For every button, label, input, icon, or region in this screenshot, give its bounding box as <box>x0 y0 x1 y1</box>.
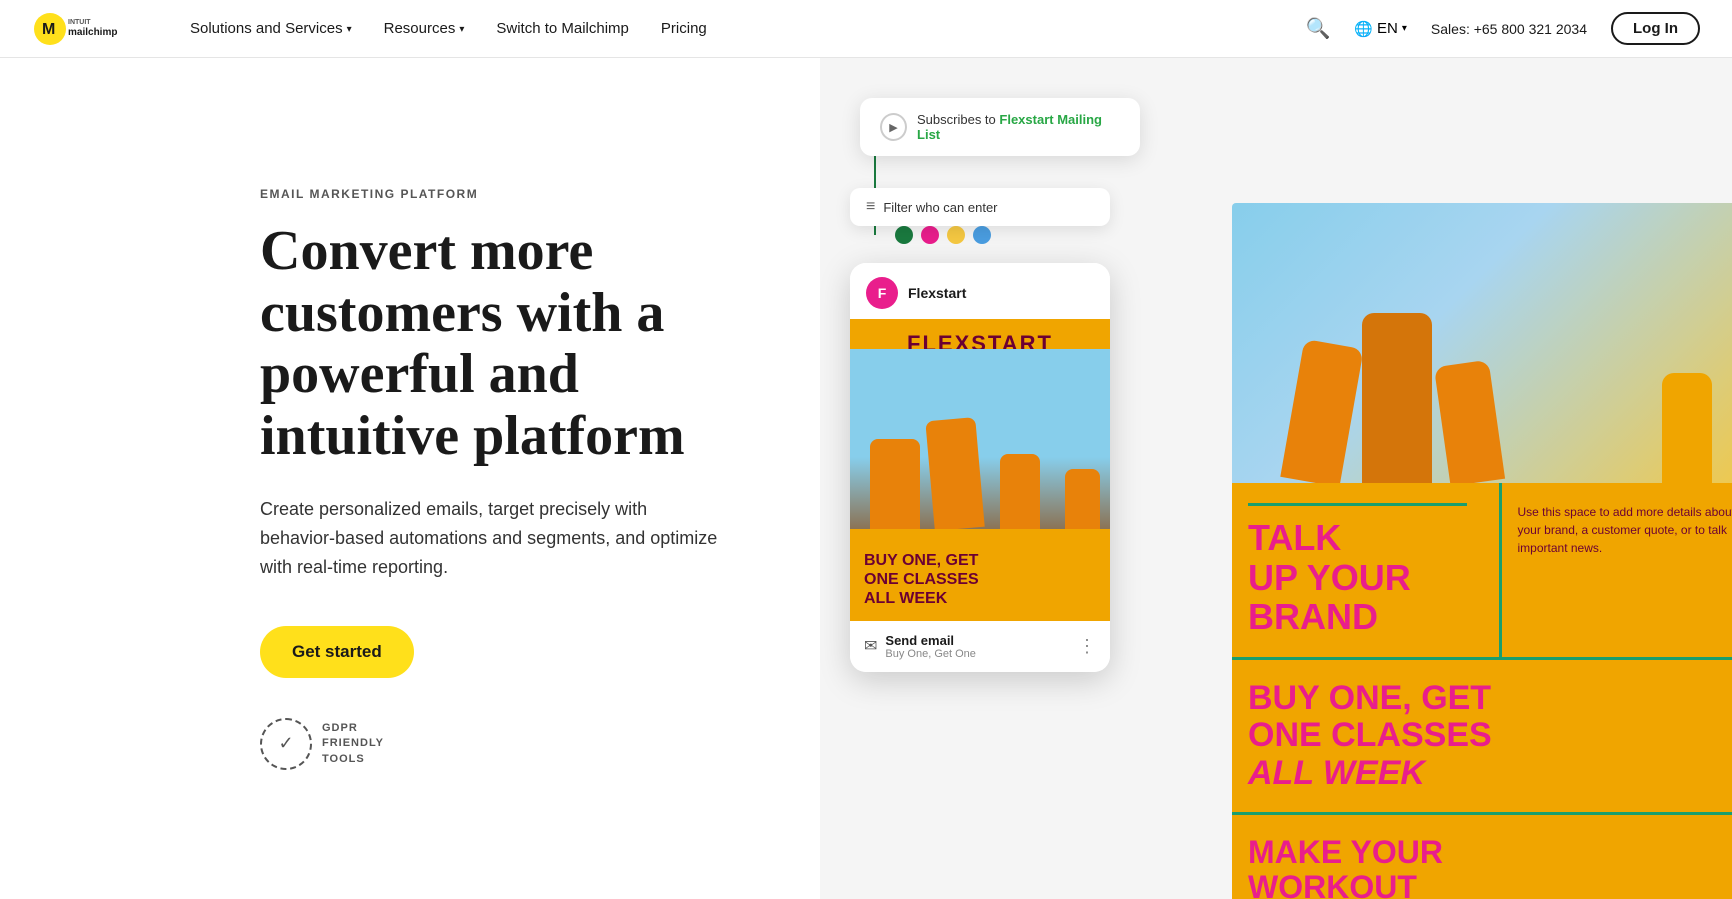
language-selector[interactable]: 🌐 EN ▾ <box>1354 20 1407 38</box>
logo[interactable]: M INTUIT mailchimp <box>32 11 142 47</box>
svg-text:M: M <box>42 21 55 38</box>
dot-blue <box>973 226 991 244</box>
send-left: ✉ Send email Buy One, Get One <box>864 633 976 660</box>
hero-subtitle: Create personalized emails, target preci… <box>260 495 720 581</box>
color-dots <box>895 226 991 244</box>
nav-links: Solutions and Services ▾ Resources ▾ Swi… <box>190 20 1305 37</box>
bg-workout-section: MAKE YOUR WORKOUT COME TO YOU <box>1232 812 1732 899</box>
nav-pricing[interactable]: Pricing <box>661 20 707 37</box>
dot-yellow <box>947 226 965 244</box>
automation-card: ▶ Subscribes to Flexstart Mailing List <box>860 98 1140 156</box>
search-icon[interactable]: 🔍 <box>1305 16 1330 41</box>
more-options-icon[interactable]: ⋮ <box>1078 636 1096 657</box>
brand-logo: F <box>866 277 898 309</box>
hero-title: Convert more customers with a powerful a… <box>260 221 720 467</box>
chevron-down-icon: ▾ <box>347 24 352 35</box>
bg-promo-text: BUY ONE, GET ONE CLASSES ALL WEEK <box>1248 680 1732 792</box>
bg-workout-text: MAKE YOUR WORKOUT COME TO YOU <box>1248 835 1732 899</box>
bg-email-mockup: TALKUP YOURBRAND Use this space to add m… <box>1232 203 1732 899</box>
get-started-button[interactable]: Get started <box>260 626 414 678</box>
email-hero-image: FLEXSTART <box>850 319 1110 539</box>
navbar: M INTUIT mailchimp Solutions and Service… <box>0 0 1732 58</box>
svg-text:mailchimp: mailchimp <box>68 27 117 38</box>
gdpr-circle: ✓ <box>260 718 312 770</box>
chevron-down-icon: ▾ <box>1402 23 1407 34</box>
hero-section: EMAIL MARKETING PLATFORM Convert more cu… <box>0 58 1732 899</box>
filter-text: Filter who can enter <box>883 200 997 215</box>
email-send-row: ✉ Send email Buy One, Get One ⋮ <box>850 621 1110 672</box>
globe-icon: 🌐 <box>1354 20 1373 38</box>
nav-resources[interactable]: Resources ▾ <box>384 20 465 37</box>
bg-promo-section: BUY ONE, GET ONE CLASSES ALL WEEK <box>1232 657 1732 812</box>
email-promo-section: BUY ONE, GET ONE CLASSES ALL WEEK <box>850 539 1110 621</box>
bg-talk-sub: Use this space to add more details about… <box>1499 483 1732 657</box>
hero-eyebrow: EMAIL MARKETING PLATFORM <box>260 187 720 201</box>
nav-switch[interactable]: Switch to Mailchimp <box>496 20 629 37</box>
dot-green <box>895 226 913 244</box>
promo-text: BUY ONE, GET ONE CLASSES ALL WEEK <box>864 551 1096 609</box>
svg-text:INTUIT: INTUIT <box>68 19 91 26</box>
envelope-icon: ✉ <box>864 636 877 656</box>
hero-visual: ▶ Subscribes to Flexstart Mailing List ≡… <box>820 58 1732 899</box>
fitness-image <box>850 349 1110 529</box>
send-label: Send email <box>885 633 976 648</box>
filter-card: ≡ Filter who can enter <box>850 188 1110 226</box>
login-button[interactable]: Log In <box>1611 12 1700 45</box>
email-preview-header: F Flexstart <box>850 263 1110 319</box>
automation-text: Subscribes to Flexstart Mailing List <box>917 112 1120 142</box>
dot-pink <box>921 226 939 244</box>
sales-number: Sales: +65 800 321 2034 <box>1431 21 1587 37</box>
nav-solutions[interactable]: Solutions and Services ▾ <box>190 20 352 37</box>
hero-content: EMAIL MARKETING PLATFORM Convert more cu… <box>0 58 820 899</box>
chevron-down-icon: ▾ <box>459 24 464 35</box>
email-preview-card: F Flexstart FLEXSTART BUY ONE, GET O <box>850 263 1110 672</box>
gdpr-text: GDPRFRIENDLYTOOLS <box>322 721 384 767</box>
brand-link: Flexstart Mailing List <box>917 112 1102 142</box>
send-sublabel: Buy One, Get One <box>885 648 976 660</box>
brand-name: Flexstart <box>908 285 966 301</box>
bg-fitness-photo <box>1232 203 1732 483</box>
nav-right: 🔍 🌐 EN ▾ Sales: +65 800 321 2034 Log In <box>1305 12 1700 45</box>
bg-talk-title: TALKUP YOURBRAND <box>1248 503 1467 637</box>
bg-talk-section: TALKUP YOURBRAND Use this space to add m… <box>1232 483 1732 657</box>
filter-icon: ≡ <box>866 198 875 216</box>
play-icon: ▶ <box>880 113 907 141</box>
gdpr-badge: ✓ GDPRFRIENDLYTOOLS <box>260 718 720 770</box>
